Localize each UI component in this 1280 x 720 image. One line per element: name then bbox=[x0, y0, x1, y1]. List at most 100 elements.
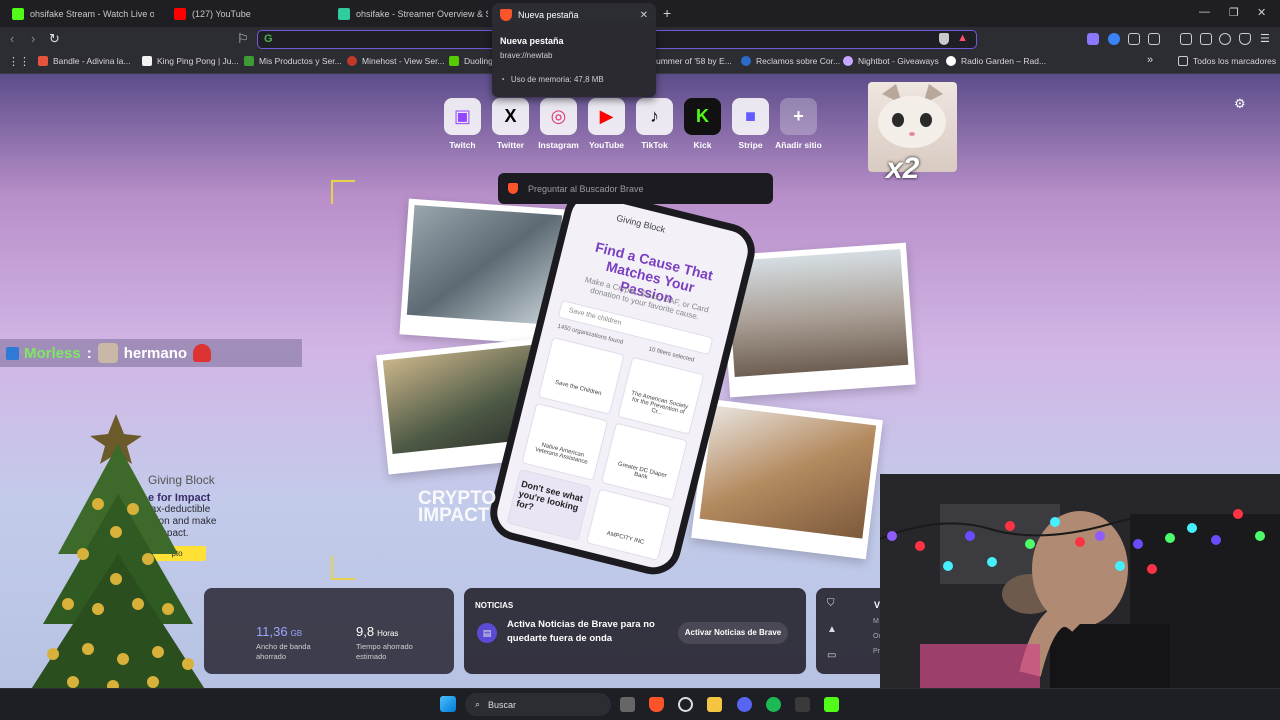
windows-taskbar: ⌕ Buscar bbox=[0, 688, 1280, 720]
tab-title: Nueva pestaña bbox=[518, 10, 579, 20]
bookmark-item[interactable]: ummer of '58 by E... bbox=[656, 56, 732, 66]
brave-shields-icon[interactable] bbox=[939, 33, 949, 45]
google-icon: G bbox=[264, 33, 273, 45]
tab-hover-card: Nueva pestaña brave://newtab ◔ Uso de me… bbox=[492, 27, 656, 97]
top-site-twitter[interactable]: X Twitter bbox=[492, 98, 529, 150]
brave-rewards-icon[interactable]: ▲ bbox=[957, 32, 968, 44]
top-site-instagram[interactable]: ◎ Instagram bbox=[538, 98, 579, 150]
news-text: Activa Noticias de Brave para no quedart… bbox=[507, 619, 655, 644]
stack-icon[interactable]: ▲ bbox=[827, 624, 837, 635]
chat-message: Morless : hermano bbox=[0, 339, 302, 367]
task-view-icon[interactable] bbox=[620, 697, 635, 712]
back-icon[interactable]: ‹ bbox=[10, 31, 14, 46]
screenshot-icon[interactable] bbox=[1148, 33, 1160, 45]
youtube-icon bbox=[174, 8, 186, 20]
corner-bracket bbox=[331, 556, 355, 580]
top-site-twitch[interactable]: ▣ Twitch bbox=[444, 98, 481, 150]
time-unit: Horas bbox=[377, 629, 399, 638]
cat-emote-overlay: x2 bbox=[868, 82, 957, 185]
minimize-icon[interactable]: — bbox=[1199, 6, 1210, 18]
discord-icon[interactable] bbox=[737, 697, 752, 712]
reload-icon[interactable]: ↻ bbox=[49, 31, 60, 47]
tab-streamer-stats[interactable]: ohsifake - Streamer Overview & Stats bbox=[330, 3, 488, 25]
stripe-icon: ■ bbox=[732, 98, 769, 135]
extension-icon[interactable] bbox=[1108, 33, 1120, 45]
hover-card-memory: ◔ Uso de memoria: 47,8 MB bbox=[500, 75, 648, 84]
gear-icon[interactable]: ⚙ bbox=[1234, 96, 1246, 112]
instagram-icon: ◎ bbox=[540, 98, 577, 135]
twitch-icon: ▣ bbox=[444, 98, 481, 135]
top-site-kick[interactable]: K Kick bbox=[684, 98, 721, 150]
apps-grid-icon[interactable]: ⋮⋮ bbox=[8, 55, 30, 68]
duolingo-icon bbox=[449, 56, 459, 66]
minecraft-icon bbox=[244, 56, 254, 66]
close-icon[interactable]: ✕ bbox=[640, 10, 648, 21]
tab-title: (127) YouTube bbox=[192, 9, 251, 19]
news-widget: NOTICIAS ▤ Activa Noticias de Brave para… bbox=[464, 588, 806, 674]
brave-search-box[interactable]: Preguntar al Buscador Brave bbox=[498, 173, 773, 204]
bookmark-item[interactable]: Reclamos sobre Cor... bbox=[741, 56, 840, 66]
taskbar-search[interactable]: ⌕ Buscar bbox=[465, 693, 611, 716]
giving-block-logo: Giving Block bbox=[615, 212, 667, 235]
display-icon[interactable]: ▭ bbox=[827, 650, 836, 661]
chevron-more-icon[interactable]: » bbox=[1147, 54, 1153, 66]
bookmark-item[interactable]: Nightbot - Giveaways bbox=[843, 56, 939, 66]
bandwidth-value: 11,36 bbox=[256, 624, 288, 639]
vpn-icon[interactable] bbox=[1239, 33, 1251, 45]
restore-icon[interactable]: ❐ bbox=[1229, 6, 1239, 19]
minehost-icon bbox=[347, 56, 357, 66]
org-card: Greater DC Diaper Bank bbox=[600, 422, 688, 501]
bookmark-label: ummer of '58 by E... bbox=[656, 56, 732, 66]
tab-new-tab[interactable]: Nueva pestaña ✕ bbox=[492, 3, 656, 27]
bookmark-label: Bandle - Adivina la... bbox=[53, 56, 131, 66]
extension-icon[interactable] bbox=[1087, 33, 1099, 45]
spotify-icon[interactable] bbox=[766, 697, 781, 712]
app-icon[interactable] bbox=[795, 697, 810, 712]
mod-badge-icon bbox=[6, 346, 19, 360]
windows-start-icon[interactable] bbox=[440, 696, 456, 712]
bookmark-item[interactable]: Mis Productos y Ser... bbox=[244, 56, 342, 66]
photo-card bbox=[691, 398, 883, 560]
memory-icon: ◔ bbox=[500, 75, 505, 84]
bookmark-item[interactable]: Duoling bbox=[449, 56, 493, 66]
leo-ai-icon[interactable] bbox=[1219, 33, 1231, 45]
top-site-stripe[interactable]: ■ Stripe bbox=[732, 98, 769, 150]
bookmark-item[interactable]: Minehost - View Ser... bbox=[347, 56, 445, 66]
add-site-button[interactable]: + Añadir sitio bbox=[775, 98, 822, 150]
youtube-icon: ▶ bbox=[588, 98, 625, 135]
obs-icon[interactable] bbox=[678, 697, 693, 712]
brave-icon bbox=[500, 9, 512, 21]
news-heading: NOTICIAS bbox=[475, 601, 514, 610]
sidebar-icon[interactable] bbox=[1180, 33, 1192, 45]
file-explorer-icon[interactable] bbox=[707, 697, 722, 712]
close-window-icon[interactable]: ✕ bbox=[1257, 6, 1266, 19]
brave-browser-icon[interactable] bbox=[649, 697, 664, 712]
x-icon: X bbox=[492, 98, 529, 135]
org-card: Native American Veterans Assistance bbox=[521, 402, 609, 481]
search-icon: ⌕ bbox=[475, 699, 481, 709]
time-stat: 9,8 Horas Tiempo ahorrado estimado bbox=[356, 624, 426, 662]
cat-emote-icon bbox=[97, 343, 118, 363]
wallet-icon[interactable] bbox=[1200, 33, 1212, 45]
bookmark-item[interactable]: Radio Garden – Rad... bbox=[946, 56, 1046, 66]
new-tab-button[interactable]: + bbox=[663, 5, 671, 21]
top-site-youtube[interactable]: ▶ YouTube bbox=[588, 98, 625, 150]
kick-icon[interactable] bbox=[824, 697, 839, 712]
enable-news-button[interactable]: Activar Noticias de Brave bbox=[678, 622, 788, 644]
extensions-puzzle-icon[interactable] bbox=[1128, 33, 1140, 45]
bookmark-item[interactable]: King Ping Pong | Ju... bbox=[142, 56, 239, 66]
tab-youtube[interactable]: (127) YouTube bbox=[166, 3, 316, 25]
menu-icon[interactable]: ☰ bbox=[1260, 32, 1270, 45]
stats-widget: 11,36 GB Ancho de banda ahorrado 9,8 Horas… bbox=[204, 588, 454, 674]
vpn-shield-icon[interactable]: ⛉ bbox=[827, 598, 835, 609]
tab-kick[interactable]: ohsifake Stream - Watch Live on bbox=[4, 3, 154, 25]
bookmark-icon[interactable]: ⚐ bbox=[237, 31, 249, 47]
top-site-tiktok[interactable]: ♪ TikTok bbox=[636, 98, 673, 150]
bandwidth-unit: GB bbox=[290, 629, 303, 638]
forward-icon[interactable]: › bbox=[31, 31, 35, 46]
bookmark-item[interactable]: Bandle - Adivina la... bbox=[38, 56, 131, 66]
all-bookmarks[interactable]: Todos los marcadores bbox=[1178, 56, 1276, 66]
folder-icon bbox=[1178, 56, 1188, 66]
org-card: Save the Children bbox=[537, 336, 625, 415]
bookmark-label: Duoling bbox=[464, 56, 493, 66]
